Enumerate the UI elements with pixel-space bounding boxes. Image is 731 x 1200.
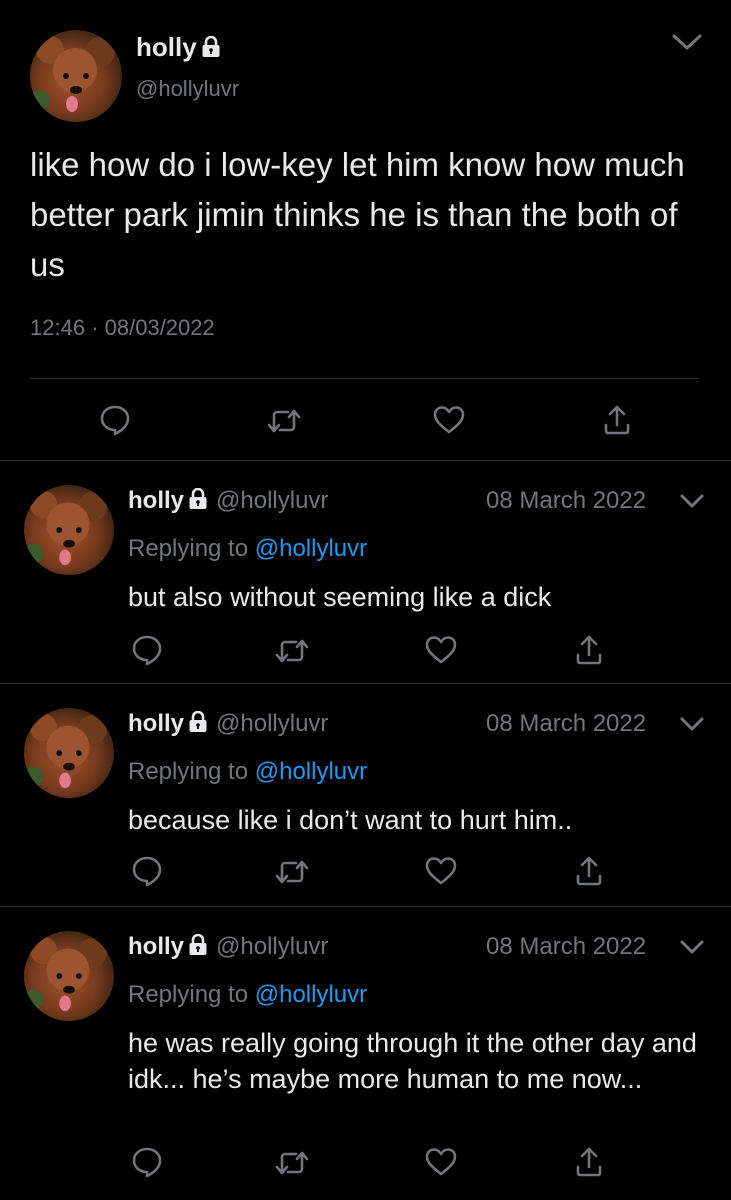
tweet-text: like how do i low-key let him know how m…: [30, 146, 685, 283]
divider: [30, 378, 699, 379]
replying-label: Replying to: [128, 758, 249, 785]
reply-icon[interactable]: [130, 854, 164, 893]
replying-to: Replying to @hollyluvr: [128, 758, 367, 786]
avatar[interactable]: [24, 485, 114, 575]
display-name[interactable]: holly: [128, 710, 184, 737]
tweet-time: 12:46: [30, 315, 86, 340]
like-icon[interactable]: [424, 634, 458, 671]
handle[interactable]: @hollyluvr: [216, 487, 328, 514]
share-icon[interactable]: [574, 854, 604, 893]
reply-tweet[interactable]: holly @hollyluvr 08 March 2022 Replying t…: [0, 907, 731, 1200]
like-icon[interactable]: [432, 404, 466, 441]
replying-to-link[interactable]: @hollyluvr: [255, 535, 367, 562]
reply-tweet[interactable]: holly @hollyluvr 08 March 2022 Replying t…: [0, 461, 731, 683]
display-name-text[interactable]: holly: [136, 32, 197, 62]
chevron-down-icon[interactable]: [670, 30, 704, 59]
tweet-header: holly @hollyluvr: [128, 487, 328, 517]
tweet-header: holly @hollyluvr: [128, 710, 328, 740]
avatar[interactable]: [30, 30, 122, 122]
chevron-down-icon[interactable]: [678, 937, 706, 962]
avatar[interactable]: [24, 708, 114, 798]
reply-icon[interactable]: [98, 403, 132, 442]
handle[interactable]: @hollyluvr: [136, 76, 239, 102]
tweet-date[interactable]: 08 March 2022: [486, 933, 646, 961]
display-name[interactable]: holly: [128, 933, 184, 960]
tweet-text: but also without seeming like a dick: [128, 582, 552, 612]
tweet-date[interactable]: 08 March 2022: [486, 487, 646, 515]
tweet-text: he was really going through it the other…: [128, 1028, 697, 1094]
replying-label: Replying to: [128, 535, 249, 562]
share-icon[interactable]: [602, 403, 632, 442]
lock-icon: [201, 34, 221, 65]
main-tweet: holly @hollyluvr like how do i low-key l…: [0, 0, 731, 460]
tweet-timestamp: 12:46 · 08/03/2022: [30, 315, 215, 341]
display-name[interactable]: holly: [136, 32, 221, 65]
reply-icon[interactable]: [130, 1145, 164, 1184]
tweet-date[interactable]: 08 March 2022: [486, 710, 646, 738]
retweet-icon[interactable]: [266, 405, 302, 442]
reply-icon[interactable]: [130, 633, 164, 672]
replying-to: Replying to @hollyluvr: [128, 981, 367, 1009]
replying-to: Replying to @hollyluvr: [128, 535, 367, 563]
tweet-header: holly @hollyluvr: [128, 933, 328, 963]
handle[interactable]: @hollyluvr: [216, 933, 328, 960]
retweet-icon[interactable]: [274, 856, 310, 893]
share-icon[interactable]: [574, 633, 604, 672]
lock-icon: [188, 933, 208, 963]
retweet-icon[interactable]: [274, 635, 310, 672]
chevron-down-icon[interactable]: [678, 714, 706, 739]
tweet-date: 08/03/2022: [104, 315, 215, 340]
chevron-down-icon[interactable]: [678, 491, 706, 516]
like-icon[interactable]: [424, 855, 458, 892]
lock-icon: [188, 487, 208, 517]
retweet-icon[interactable]: [274, 1147, 310, 1184]
replying-to-link[interactable]: @hollyluvr: [255, 758, 367, 785]
share-icon[interactable]: [574, 1145, 604, 1184]
avatar[interactable]: [24, 931, 114, 1021]
lock-icon: [188, 710, 208, 740]
like-icon[interactable]: [424, 1146, 458, 1183]
tweet-text: because like i don’t want to hurt him..: [128, 805, 573, 835]
handle[interactable]: @hollyluvr: [216, 710, 328, 737]
replying-to-link[interactable]: @hollyluvr: [255, 981, 367, 1008]
display-name[interactable]: holly: [128, 487, 184, 514]
replying-label: Replying to: [128, 981, 249, 1008]
reply-tweet[interactable]: holly @hollyluvr 08 March 2022 Replying t…: [0, 684, 731, 906]
meta-separator: ·: [91, 315, 99, 340]
